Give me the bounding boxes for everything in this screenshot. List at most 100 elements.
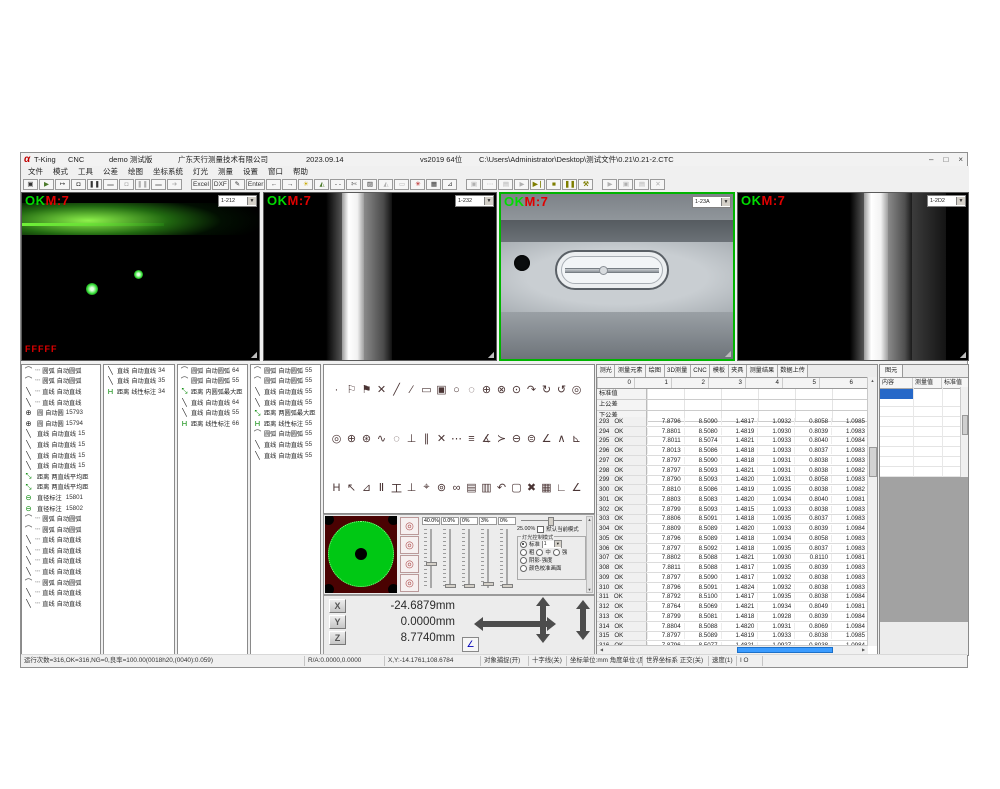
result-row[interactable]: 296OK 7.8013 8.5086 1.4818 1.0933 0.8037…: [597, 446, 868, 456]
result-row[interactable]: 302OK 7.8799 8.5093 1.4815 1.0933 0.8038…: [597, 505, 868, 515]
toolbar-button[interactable]: ▤: [634, 179, 649, 190]
tool-icon[interactable]: ∕: [404, 384, 419, 396]
tool-icon[interactable]: ∧: [554, 432, 569, 445]
result-row[interactable]: 303OK 7.8806 8.5091 1.4818 1.0935 0.8037…: [597, 515, 868, 525]
arrow-up-icon[interactable]: ▲: [587, 517, 592, 522]
tool-icon[interactable]: ⊕: [479, 383, 494, 396]
list-item[interactable]: ╲直线自动直线55: [251, 439, 320, 450]
light-ring-wheel[interactable]: [328, 521, 394, 587]
list-item[interactable]: ╲***直线自动直线: [22, 535, 100, 546]
result-row[interactable]: 304OK 7.8809 8.5089 1.4820 1.0933 0.8039…: [597, 524, 868, 534]
toolbar-button[interactable]: ◘: [71, 179, 86, 190]
light-slider[interactable]: 0%: [460, 517, 478, 592]
toolbar-button[interactable]: ↦: [55, 179, 70, 190]
tool-icon[interactable]: ⚑: [359, 383, 374, 396]
toolbar-button[interactable]: ▶: [39, 179, 54, 190]
list-item[interactable]: ╲直线自动直线15: [22, 439, 100, 450]
tool-icon[interactable]: ⊖: [509, 432, 524, 445]
toolbar-button[interactable]: ▬: [103, 179, 118, 190]
resize-handle-icon[interactable]: ◢: [488, 350, 494, 359]
toolbar-button[interactable]: ✳: [410, 179, 425, 190]
list-item[interactable]: ⊖直径标注15802: [22, 503, 100, 514]
chart-button[interactable]: ∠: [462, 637, 479, 652]
tool-icon[interactable]: ⊛: [359, 432, 374, 445]
scrollbar-thumb[interactable]: [737, 647, 833, 653]
result-row[interactable]: 312OK 7.8764 8.5069 1.4821 1.0934 0.8049…: [597, 602, 868, 612]
tool-icon[interactable]: ⊙: [509, 383, 524, 396]
list-item[interactable]: ⌒圆弧自动圆弧55: [178, 376, 247, 387]
menu-item[interactable]: 测量: [213, 166, 238, 177]
list-item[interactable]: ╲***直线自动直线: [22, 397, 100, 408]
table-vertical-scrollbar[interactable]: ▲: [867, 377, 877, 646]
toolbar-button[interactable]: ▦: [426, 179, 441, 190]
tool-icon[interactable]: 工: [389, 480, 404, 496]
level-radio[interactable]: [553, 549, 560, 556]
tool-icon[interactable]: ✖: [524, 481, 539, 494]
result-row[interactable]: 310OK 7.8796 8.5091 1.4824 1.0932 0.8038…: [597, 583, 868, 593]
toolbar-button[interactable]: ❚❚: [87, 179, 102, 190]
scrollbar-thumb[interactable]: [869, 447, 877, 477]
result-row[interactable]: 305OK 7.8796 8.5089 1.4818 1.0934 0.8058…: [597, 534, 868, 544]
result-row[interactable]: 315OK 7.8797 8.5089 1.4819 1.0933 0.8038…: [597, 632, 868, 642]
column-header[interactable]: 1: [634, 378, 671, 388]
menu-item[interactable]: 绘图: [123, 166, 148, 177]
tool-icon[interactable]: ∡: [479, 432, 494, 445]
toolbar-button[interactable]: Excel: [191, 179, 211, 190]
list-item[interactable]: ╲直线自动直线55: [178, 407, 247, 418]
arrow-right-icon[interactable]: ▶: [859, 646, 868, 654]
toolbar-button[interactable]: ▤: [498, 179, 513, 190]
list-item[interactable]: ╲***直线自动直线: [22, 587, 100, 598]
results-tab[interactable]: 测量结果: [747, 365, 778, 377]
light-slider[interactable]: 0%: [498, 517, 516, 592]
jog-down-icon[interactable]: [536, 634, 550, 643]
list-item[interactable]: ⌒圆弧自动圆弧55: [251, 429, 320, 440]
list-item[interactable]: H距离线性标注66: [178, 418, 247, 429]
list-item[interactable]: ⌒圆弧自动圆弧55: [251, 376, 320, 387]
menu-item[interactable]: 坐标系统: [148, 166, 188, 177]
list-item[interactable]: ╲***直线自动直线: [22, 545, 100, 556]
list-item[interactable]: H距离线性标注34: [104, 386, 174, 397]
ring-zone-icon[interactable]: ◎: [400, 574, 419, 592]
tool-icon[interactable]: H: [329, 482, 344, 494]
tool-icon[interactable]: ⊾: [569, 432, 584, 445]
tool-icon[interactable]: ·: [329, 384, 344, 396]
tool-icon[interactable]: ⊿: [359, 481, 374, 494]
list-item[interactable]: ╲直线自动直线34: [104, 365, 174, 376]
list-item[interactable]: ╲直线自动直线15: [22, 450, 100, 461]
light-slider[interactable]: 40.0%: [422, 517, 440, 592]
result-row[interactable]: 298OK 7.8797 8.5093 1.4821 1.0931 0.8038…: [597, 466, 868, 476]
toolbar-button[interactable]: ⚒: [578, 179, 593, 190]
tool-icon[interactable]: ◎: [329, 432, 344, 445]
tool-icon[interactable]: ✕: [374, 383, 389, 396]
toolbar-button[interactable]: ✕: [650, 179, 665, 190]
level-radio[interactable]: [520, 549, 527, 556]
menu-item[interactable]: 设置: [238, 166, 263, 177]
standard-level-dropdown[interactable]: 1▼: [542, 540, 562, 548]
toolbar-button[interactable]: ◭: [314, 179, 329, 190]
column-header[interactable]: 5: [782, 378, 819, 388]
toolbar-button[interactable]: ◘: [119, 179, 134, 190]
list-item[interactable]: ⌒圆弧自动圆弧64: [178, 365, 247, 376]
level-radio[interactable]: [536, 549, 543, 556]
tool-icon[interactable]: ∠: [539, 432, 554, 445]
tool-icon[interactable]: ≡: [464, 433, 479, 445]
tool-icon[interactable]: ↖: [344, 481, 359, 494]
results-tab[interactable]: CNC: [691, 365, 710, 377]
result-row[interactable]: 299OK 7.8790 8.5093 1.4820 1.0931 0.8058…: [597, 476, 868, 486]
toolbar-button[interactable]: ◭: [378, 179, 393, 190]
toolbar-button[interactable]: ▶: [602, 179, 617, 190]
tool-icon[interactable]: ○: [449, 384, 464, 396]
tool-icon[interactable]: ↺: [554, 383, 569, 396]
list-item[interactable]: ⊕圆自动圆15793: [22, 407, 100, 418]
menu-item[interactable]: 公差: [98, 166, 123, 177]
z-axis-button[interactable]: Z: [329, 631, 346, 645]
toolbar-button[interactable]: ✎: [230, 179, 245, 190]
toolbar-button[interactable]: ▣: [23, 179, 38, 190]
list-item[interactable]: ⌒***圆弧自动圆弧: [22, 513, 100, 524]
list-item[interactable]: ╲直线自动直线15: [22, 460, 100, 471]
results-tab[interactable]: 数据上传: [778, 365, 809, 377]
camera-view-1[interactable]: OKM:7 1-212▼ FFFFF ◢: [21, 192, 260, 361]
tool-icon[interactable]: ↶: [494, 481, 509, 494]
results-tab[interactable]: 3D测量: [665, 365, 691, 377]
toolbar-button[interactable]: ▬: [151, 179, 166, 190]
